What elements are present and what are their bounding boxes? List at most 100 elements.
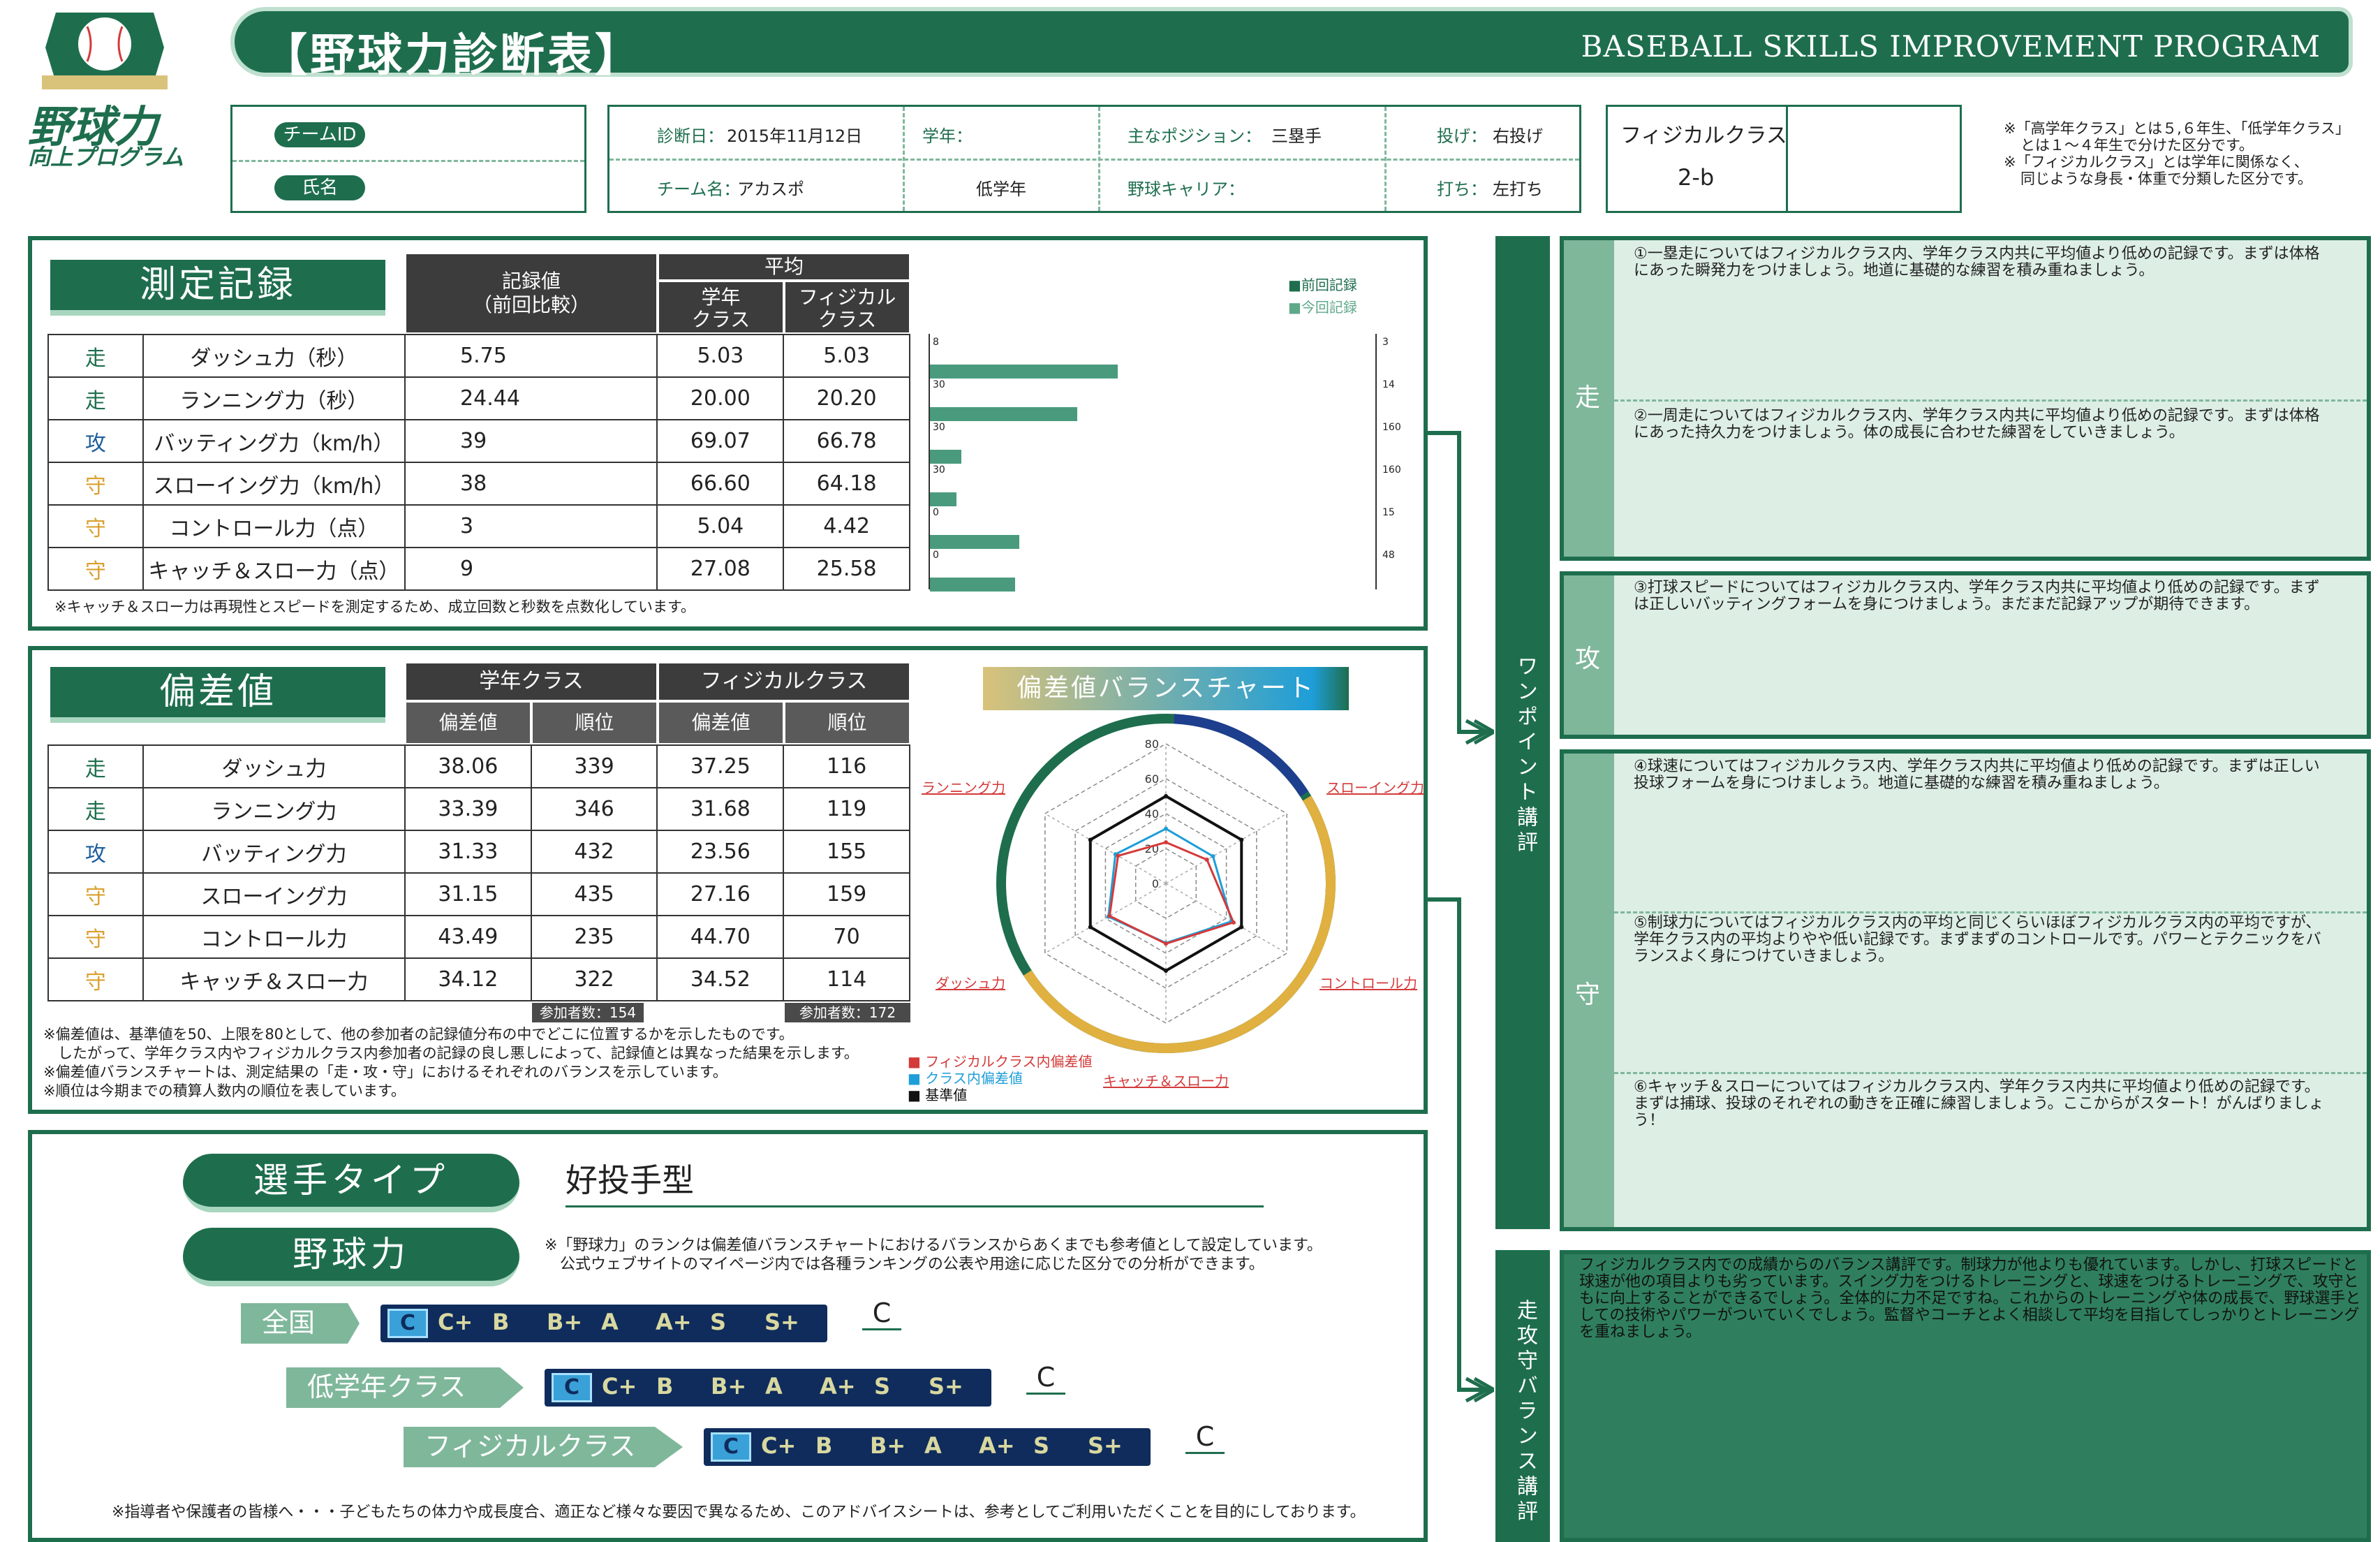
measurement-heading: 測定記録 [50,260,385,316]
measurement-table: 走ダッシュ力（秒） 5.75 5.03 5.03 走ランニング力（秒） 24.44 20.0… [47,334,910,591]
category-cell: 走 [47,744,144,788]
rank-step: C+ [602,1373,637,1400]
legend-cur: ■今回記録 [1288,299,1357,316]
physical-class-box: フィジカルクラス 2-b [1606,105,1962,213]
dev-phys-rank-header: 順位 [784,701,910,744]
radar-point [1239,925,1244,930]
category-cell: 守 [47,462,144,506]
team-name-label: チーム名： [657,179,741,199]
grade-rank-cell: 432 [530,830,658,874]
radar-legend: ■ フィジカルクラス内偏差値 ■ クラス内偏差値 ■ 基準値 [908,1053,1092,1103]
rank-row-label: フィジカルクラス [404,1427,683,1467]
program-logo: 野球力 向上プログラム [14,6,195,170]
grade-dev-cell: 31.33 [404,830,532,874]
rank-step: B [815,1432,833,1459]
category-cell: 攻 [47,419,144,463]
dev-grade-dev-header: 偏差値 [405,701,531,744]
phys-rank-cell: 114 [783,957,910,1001]
deviation-row: 守キャッチ＆スロー力 34.12 322 34.52 114 [47,957,910,1001]
phys-avg-cell: 64.18 [783,462,910,506]
phys-rank-cell: 159 [783,872,910,916]
radar-point [1116,853,1121,858]
phys-avg-col-header: フィジカル クラス [784,281,910,334]
rank-step: A [924,1432,942,1459]
player-type-label: 選手タイプ [183,1154,519,1212]
grade-avg-col-header: 学年 クラス [658,281,784,334]
measurement-row: 走ダッシュ力（秒） 5.75 5.03 5.03 [47,334,910,378]
deviation-table: 走ダッシュ力 38.06 339 37.25 116 走ランニング力 33.39 346 31.… [47,744,910,1001]
record-col-header: 記録値 （前回比較） [405,253,658,334]
bar-max-label: 14 [1382,379,1395,390]
radar-title: 偏差値バランスチャート [983,667,1349,710]
item-name-cell: コントロール力 [142,915,406,959]
deviation-row: 守コントロール力 43.49 235 44.70 70 [47,915,910,959]
grade-avg-cell: 69.07 [656,419,785,463]
rank-current: C [387,1309,428,1338]
page-title: 【野球力診断表】 [263,30,642,82]
radar-axis-label: ランニング力 [922,779,1005,796]
rank-step: B+ [547,1309,583,1335]
measurement-row: 守キャッチ＆スロー力（点） 9 27.08 25.58 [47,547,910,591]
rank-scale: C C+ B B+ A A+ S S+ [545,1369,991,1407]
legend-prev: ■前回記録 [1288,277,1357,293]
rank-step: S+ [764,1309,799,1335]
radar-point [1164,794,1168,798]
legend-base: ■ 基準値 [908,1087,968,1103]
grade-rank-cell: 322 [530,957,658,1001]
grade-avg-cell: 66.60 [656,462,785,506]
legend-class-dev: ■ クラス内偏差値 [908,1070,1023,1087]
position-value: 三塁手 [1271,126,1322,146]
rank-step: B+ [870,1432,906,1459]
rank-scale: C C+ B B+ A A+ S S+ [380,1305,827,1342]
grade-avg-cell: 20.00 [656,376,785,420]
bat-label: 打ち： [1437,179,1487,199]
career-label: 野球キャリア： [1128,179,1245,199]
radar-axis-label: ダッシュ力 [936,975,1005,992]
throw-label: 投げ： [1437,126,1487,146]
radar-point [1164,941,1168,946]
phys-dev-cell: 44.70 [656,915,785,959]
team-name-value: アカスポ [737,179,804,199]
bar-min-label: 30 [933,379,945,390]
grade-avg-cell: 27.08 [656,547,785,591]
radar-tick-label: 0 [1152,877,1159,890]
dev-phys-header: フィジカルクラス [658,662,910,701]
comment-attack-side: 攻 [1564,575,1614,735]
measurement-bar [930,535,1019,549]
rank-row-label: 全国 [241,1303,360,1344]
record-value-cell: 9 [404,547,658,591]
bar-max-label: 3 [1382,337,1389,348]
radar-axis-label: コントロール力 [1320,975,1417,992]
balance-side-label: 走攻守バランス講評 [1513,1299,1537,1525]
grade-rank-cell: 339 [530,744,658,788]
info-box: 診断日： 2015年11月12日 学年： 低学年 主なポジション： 三塁手 投げ… [607,105,1581,213]
category-cell: 守 [47,504,144,548]
radar-point [1164,840,1168,845]
throw-value: 右投げ [1493,126,1543,146]
deviation-notes: ※偏差値は、基準値を50、上限を80として、他の参加者の記録値分布の中でどこに位… [43,1026,859,1099]
record-value-cell: 3 [404,504,658,548]
radar-axis-label: キャッチ＆スロー力 [1103,1073,1229,1089]
grade-avg-cell: 5.04 [656,504,785,548]
item-name-cell: スローイング力 [142,872,406,916]
rank-note: ※「野球力」のランクは偏差値バランスチャートにおけるバランスからあくまでも参考値… [545,1237,1322,1273]
item-name-cell: バッティング力（km/h） [142,419,406,463]
player-type-value: 好投手型 [566,1155,1264,1207]
comment-defense-3: ⑥キャッチ＆スローについてはフィジカルクラス内、学年クラス内共に平均値より低めの… [1634,1078,2324,1129]
bar-min-label: 8 [933,337,939,348]
item-name-cell: ダッシュ力 [142,744,406,788]
rank-step: A+ [656,1309,692,1335]
rank-scale: C C+ B B+ A A+ S S+ [704,1428,1151,1466]
record-value-cell: 39 [404,419,658,463]
rank-step: C+ [438,1309,473,1335]
comment-defense-box [1560,749,2371,1231]
item-name-cell: バッティング力 [142,830,406,874]
comment-defense-1: ④球速についてはフィジカルクラス内、学年クラス内共に平均値より低めの記録です。ま… [1634,758,2320,792]
svg-text:向上プログラム: 向上プログラム [28,144,184,166]
phys-dev-cell: 23.56 [656,830,785,874]
phys-rank-cell: 155 [783,830,910,874]
radar-point [1211,854,1215,859]
record-value-cell: 24.44 [404,376,658,420]
item-name-cell: ダッシュ力（秒） [142,334,406,378]
phys-dev-cell: 31.68 [656,787,785,831]
